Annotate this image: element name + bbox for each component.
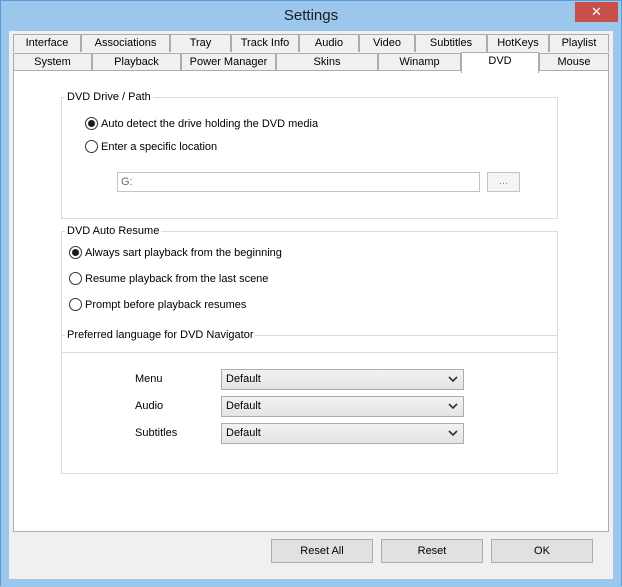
tab-mouse[interactable]: Mouse <box>539 53 609 71</box>
tab-system[interactable]: System <box>13 53 92 71</box>
tab-track-info[interactable]: Track Info <box>231 34 299 52</box>
close-button[interactable]: ✕ <box>575 2 618 22</box>
resume-last-scene-label: Resume playback from the last scene <box>85 272 269 285</box>
window-frame-left <box>1 31 9 587</box>
resume-last-scene-radio[interactable]: Resume playback from the last scene <box>69 272 268 285</box>
language-legend: Preferred language for DVD Navigator <box>67 329 254 341</box>
radio-unselected-icon <box>85 140 98 153</box>
resume-beginning-label: Always sart playback from the beginning <box>85 246 282 259</box>
tab-power-manager[interactable]: Power Manager <box>181 53 276 71</box>
resume-beginning-radio[interactable]: Always sart playback from the beginning <box>69 246 282 259</box>
browse-button[interactable]: ... <box>487 172 520 192</box>
radio-unselected-icon <box>69 298 82 311</box>
dvd-settings-panel: DVD Drive / Path Auto detect the drive h… <box>13 70 609 532</box>
dvd-drive-group: DVD Drive / Path <box>61 91 558 219</box>
tab-skins[interactable]: Skins <box>276 53 378 71</box>
auto-detect-label: Auto detect the drive holding the DVD me… <box>101 117 319 130</box>
tab-playback[interactable]: Playback <box>92 53 181 71</box>
specific-location-radio[interactable]: Enter a specific location <box>85 140 217 153</box>
window-frame-right <box>613 31 621 587</box>
title-bar[interactable]: Settings ✕ <box>1 1 621 31</box>
chevron-down-icon <box>448 403 458 410</box>
tab-winamp[interactable]: Winamp <box>378 53 461 71</box>
specific-location-label: Enter a specific location <box>101 140 218 153</box>
subtitles-language-select[interactable]: Default <box>221 423 464 444</box>
close-icon: ✕ <box>591 4 602 19</box>
tab-associations[interactable]: Associations <box>81 34 170 52</box>
reset-button[interactable]: Reset <box>381 539 483 563</box>
radio-unselected-icon <box>69 272 82 285</box>
menu-language-label: Menu <box>135 373 163 385</box>
tab-subtitles[interactable]: Subtitles <box>415 34 487 52</box>
location-input[interactable]: G: <box>117 172 480 192</box>
menu-language-select[interactable]: Default <box>221 369 464 390</box>
settings-client-area: Interface Associations Tray Track Info A… <box>9 31 613 579</box>
tab-playlist[interactable]: Playlist <box>549 34 609 52</box>
subtitles-language-label: Subtitles <box>135 427 178 439</box>
radio-selected-icon <box>85 117 98 130</box>
reset-all-button[interactable]: Reset All <box>271 539 373 563</box>
menu-language-value: Default <box>226 373 261 385</box>
tab-audio[interactable]: Audio <box>299 34 359 52</box>
audio-language-value: Default <box>226 400 261 412</box>
auto-detect-radio[interactable]: Auto detect the drive holding the DVD me… <box>85 117 318 130</box>
audio-language-select[interactable]: Default <box>221 396 464 417</box>
tab-interface[interactable]: Interface <box>13 34 81 52</box>
tab-dvd[interactable]: DVD <box>461 52 539 73</box>
dvd-drive-legend: DVD Drive / Path <box>67 91 151 103</box>
subtitles-language-value: Default <box>226 427 261 439</box>
tab-hotkeys[interactable]: HotKeys <box>487 34 549 52</box>
resume-prompt-radio[interactable]: Prompt before playback resumes <box>69 298 246 311</box>
settings-window: Settings ✕ Interface Associations Tray T… <box>0 0 622 587</box>
chevron-down-icon <box>448 430 458 437</box>
window-title: Settings <box>283 7 339 24</box>
tab-tray[interactable]: Tray <box>170 34 231 52</box>
tab-video[interactable]: Video <box>359 34 415 52</box>
audio-language-label: Audio <box>135 400 164 412</box>
auto-resume-legend: DVD Auto Resume <box>67 225 160 237</box>
radio-selected-icon <box>69 246 82 259</box>
resume-prompt-label: Prompt before playback resumes <box>85 298 247 311</box>
chevron-down-icon <box>448 376 458 383</box>
ok-button[interactable]: OK <box>491 539 593 563</box>
